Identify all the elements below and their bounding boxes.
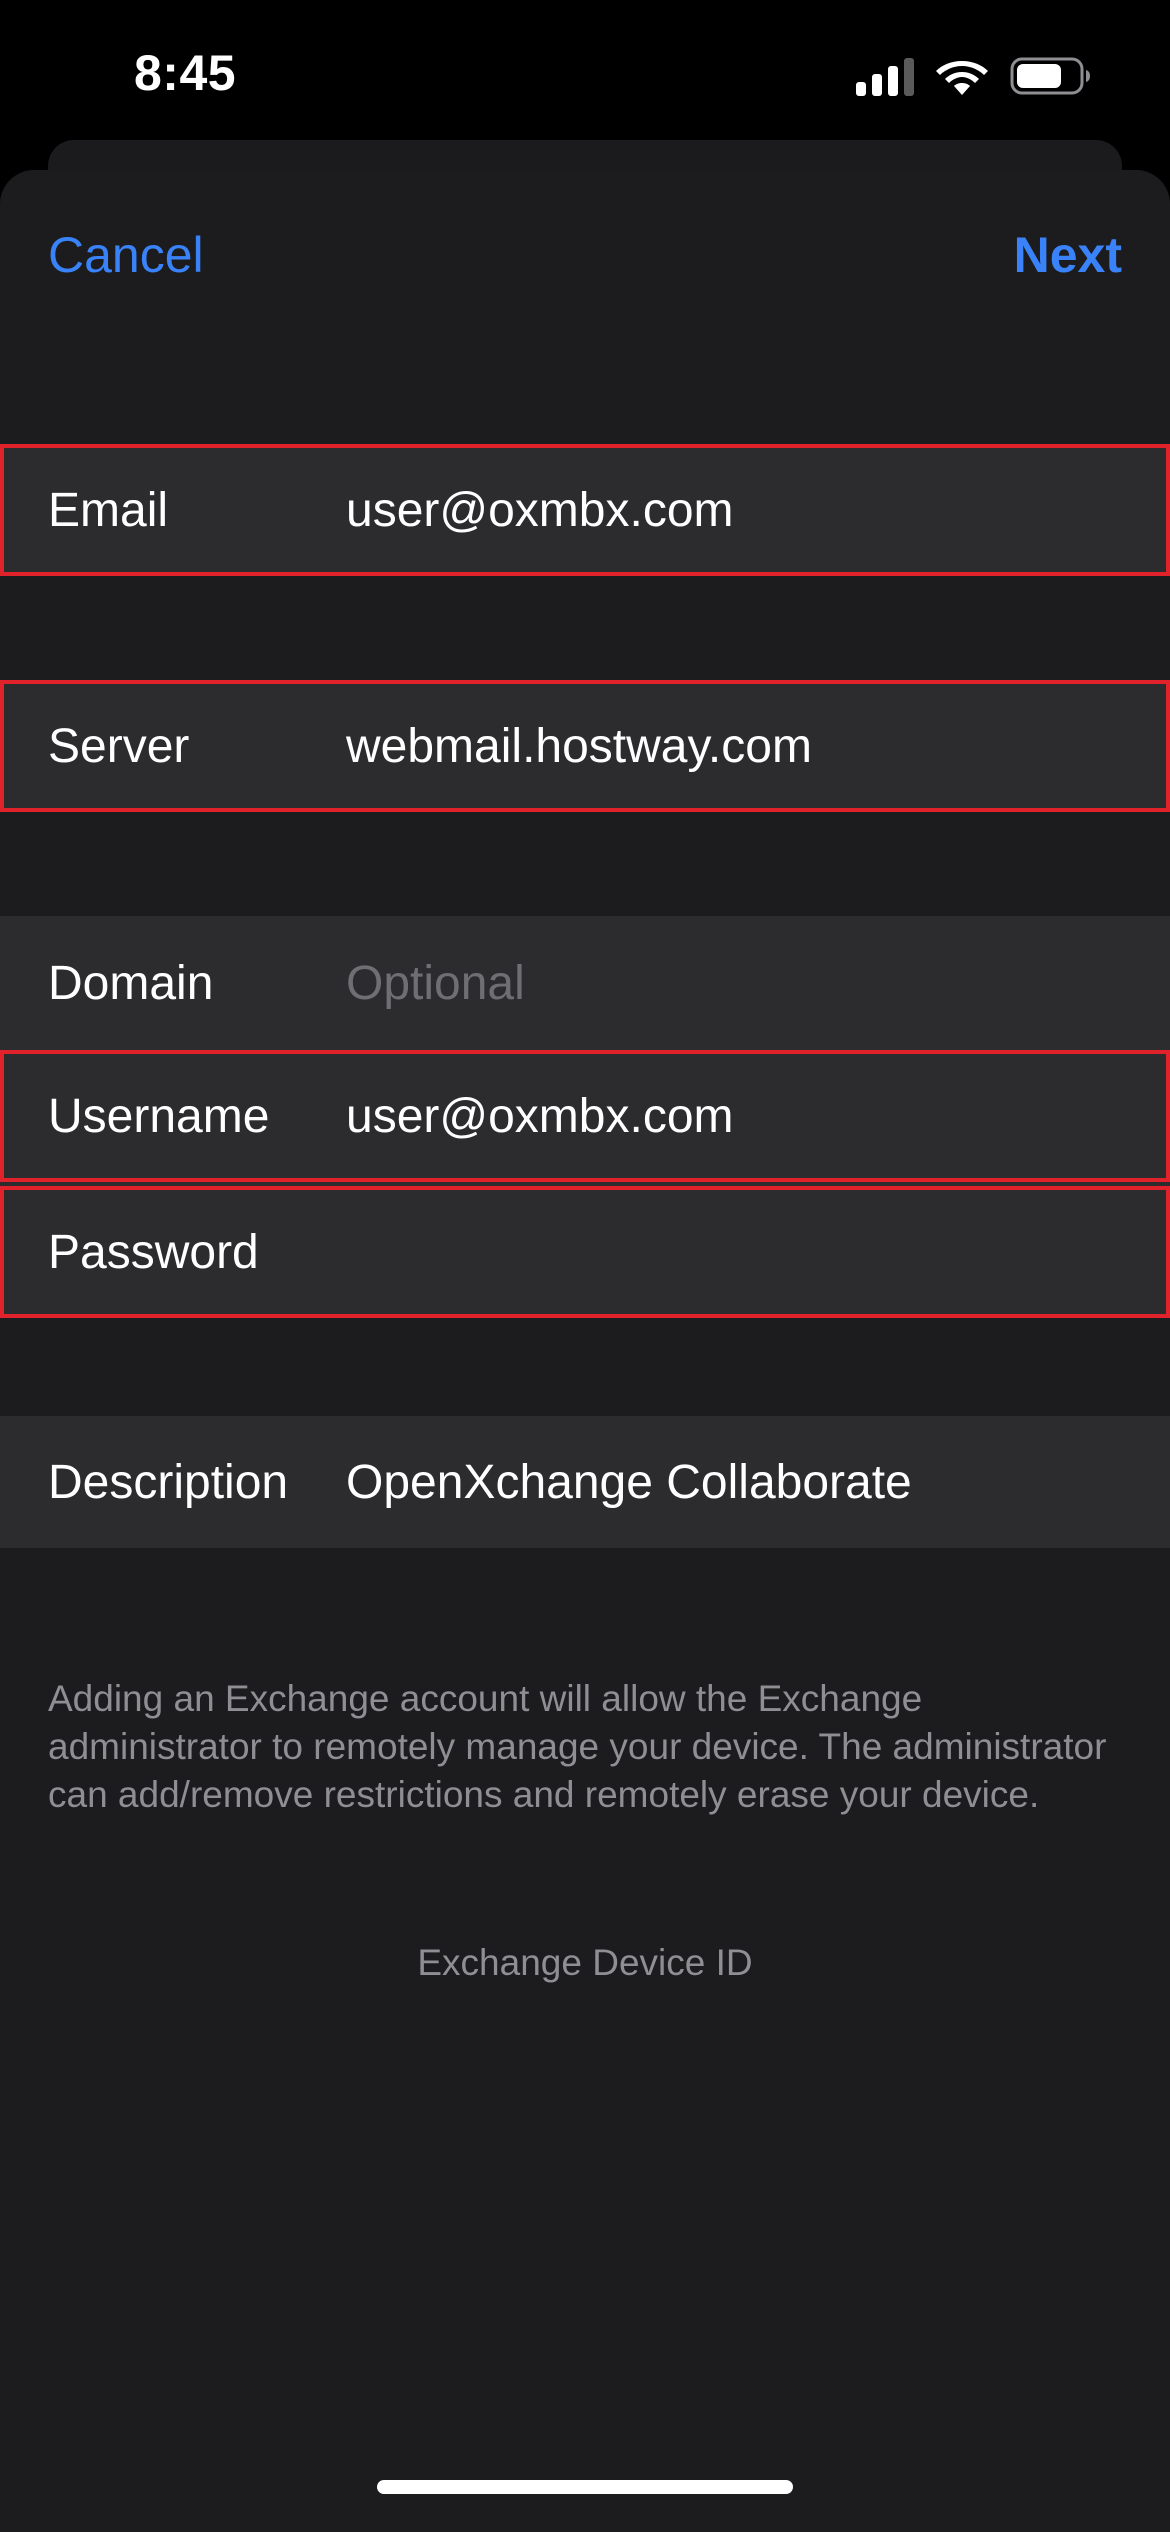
email-label: Email bbox=[48, 483, 169, 537]
exchange-device-id-link[interactable]: Exchange Device ID bbox=[0, 1942, 1170, 1984]
username-label: Username bbox=[48, 1089, 270, 1143]
credentials-group: Domain Optional Username user@oxmbx.com … bbox=[0, 916, 1170, 1318]
next-button[interactable]: Next bbox=[1014, 226, 1122, 284]
username-field[interactable]: user@oxmbx.com bbox=[346, 1089, 1126, 1144]
username-row[interactable]: Username user@oxmbx.com bbox=[0, 1050, 1170, 1182]
password-row[interactable]: Password bbox=[0, 1186, 1170, 1318]
wifi-icon bbox=[934, 55, 990, 97]
screen: 8:45 Cancel Next Email user@oxmbx.com Se… bbox=[0, 0, 1170, 2532]
battery-icon bbox=[1010, 56, 1092, 96]
server-row[interactable]: Server webmail.hostway.com bbox=[0, 680, 1170, 812]
domain-label: Domain bbox=[48, 956, 214, 1010]
exchange-footer-note: Adding an Exchange account will allow th… bbox=[48, 1678, 1107, 1815]
status-bar: 8:45 bbox=[0, 0, 1170, 150]
cancel-button[interactable]: Cancel bbox=[48, 226, 204, 284]
domain-field[interactable]: Optional bbox=[346, 956, 1126, 1011]
exchange-account-sheet: Cancel Next Email user@oxmbx.com Server … bbox=[0, 170, 1170, 2532]
email-row[interactable]: Email user@oxmbx.com bbox=[0, 444, 1170, 576]
password-label: Password bbox=[48, 1225, 259, 1279]
domain-row[interactable]: Domain Optional bbox=[0, 916, 1170, 1050]
server-group: Server webmail.hostway.com bbox=[0, 680, 1170, 812]
description-label: Description bbox=[48, 1455, 289, 1509]
email-field[interactable]: user@oxmbx.com bbox=[346, 483, 1126, 538]
home-indicator[interactable] bbox=[377, 2480, 793, 2494]
status-icons bbox=[856, 54, 1092, 98]
server-field[interactable]: webmail.hostway.com bbox=[346, 719, 1126, 774]
description-group: Description OpenXchange Collaborate bbox=[0, 1416, 1170, 1548]
status-time: 8:45 bbox=[134, 45, 237, 101]
signal-icon bbox=[856, 56, 914, 96]
email-group: Email user@oxmbx.com bbox=[0, 444, 1170, 576]
server-label: Server bbox=[48, 719, 190, 773]
description-field[interactable]: OpenXchange Collaborate bbox=[346, 1455, 1126, 1510]
description-row[interactable]: Description OpenXchange Collaborate bbox=[0, 1416, 1170, 1548]
